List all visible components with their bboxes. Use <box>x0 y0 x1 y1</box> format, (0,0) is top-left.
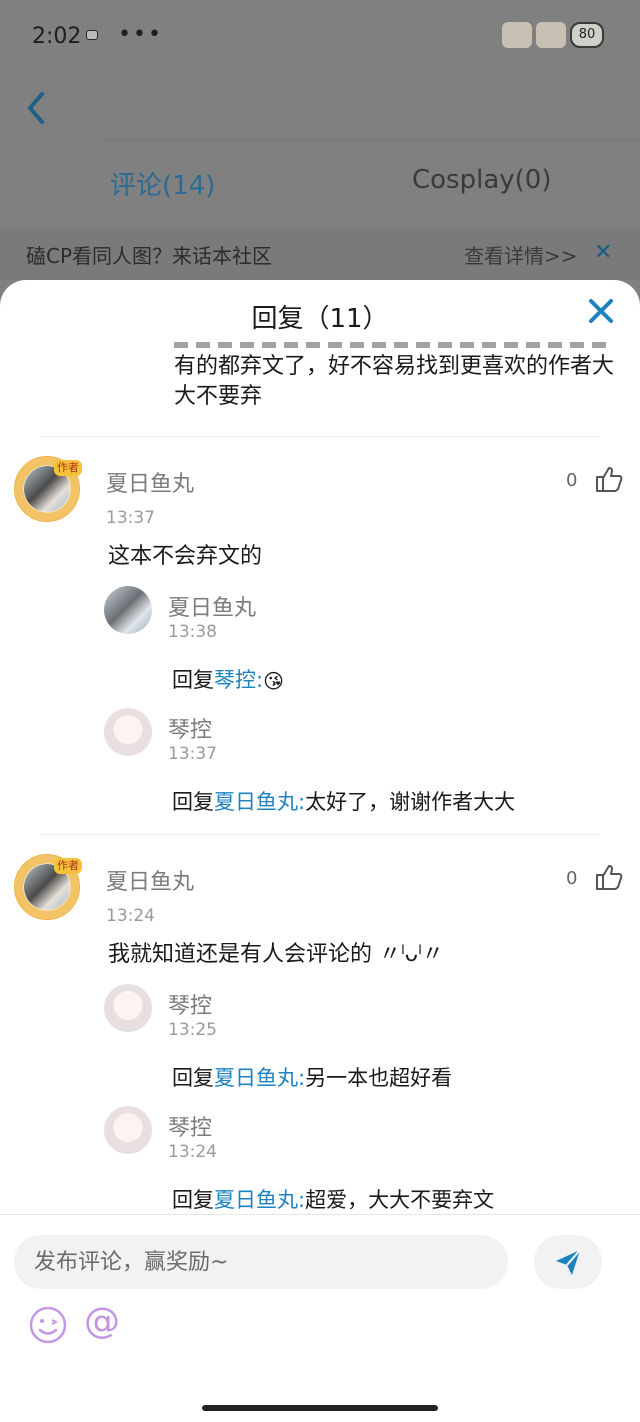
reply-target[interactable]: 琴控: <box>214 668 263 692</box>
reply-prefix: 回复 <box>172 668 214 692</box>
replies-list[interactable]: 有的都弃文了，好不容易找到更喜欢的作者大大不要弃 作者 夏日鱼丸 0 13:37… <box>0 342 640 1214</box>
reply-avatar[interactable] <box>104 984 152 1032</box>
reply-prefix: 回复 <box>172 790 214 814</box>
promo-text: 磕CP看同人图？来话本社区 <box>26 244 273 268</box>
comment-text[interactable]: 我就知道还是有人会评论的 〃ˡᴗˡ〃 <box>108 936 444 968</box>
thumbs-up-icon[interactable] <box>594 862 624 892</box>
emoji-icon[interactable] <box>28 1305 68 1345</box>
comment-author[interactable]: 夏日鱼丸 <box>106 864 194 896</box>
mention-icon[interactable]: @ <box>84 1301 120 1342</box>
replies-sheet: 回复（11） 有的都弃文了，好不容易找到更喜欢的作者大大不要弃 作者 夏日鱼丸 … <box>0 280 640 1422</box>
comment-text[interactable]: 这本不会弃文的 <box>108 538 262 570</box>
cut-off-text <box>174 342 614 348</box>
like-count: 0 <box>566 470 578 491</box>
like-count: 0 <box>566 868 578 889</box>
status-icons: 80 <box>502 22 604 48</box>
back-arrow-icon[interactable] <box>22 88 50 128</box>
reply-prefix: 回复 <box>172 1066 214 1090</box>
reply-avatar[interactable] <box>104 708 152 756</box>
author-badge: 作者 <box>54 858 82 874</box>
comment-composer: @ <box>0 1214 640 1422</box>
status-time: 2:02 <box>32 24 82 49</box>
reply-time: 13:37 <box>168 744 217 764</box>
reply-avatar[interactable] <box>104 586 152 634</box>
reply-body: 另一本也超好看 <box>305 1066 453 1090</box>
cat-icon <box>536 22 566 48</box>
kiss-emoji-icon: 😘 <box>263 669 284 693</box>
reply-text[interactable]: 回复夏日鱼丸:太好了，谢谢作者大大 <box>172 786 515 816</box>
reply-author[interactable]: 琴控 <box>168 1110 212 1142</box>
previous-reply-text: 有的都弃文了，好不容易找到更喜欢的作者大大不要弃 <box>174 354 615 409</box>
close-icon[interactable] <box>586 296 616 326</box>
reply-time: 13:25 <box>168 1020 217 1040</box>
sticker-icon <box>502 22 532 48</box>
status-more-dots: ••• <box>118 22 163 47</box>
comment-time: 13:37 <box>106 508 155 528</box>
notification-icon <box>86 30 98 40</box>
reply-time: 13:24 <box>168 1142 217 1162</box>
author-badge: 作者 <box>54 460 82 476</box>
sheet-title: 回复（11） <box>251 304 389 334</box>
reply-author[interactable]: 琴控 <box>168 712 212 744</box>
send-icon <box>556 1249 581 1275</box>
reply-time: 13:38 <box>168 622 217 642</box>
comment-time: 13:24 <box>106 906 155 926</box>
divider <box>40 834 600 835</box>
promo-close-icon[interactable]: ✕ <box>594 240 612 265</box>
battery-icon: 80 <box>570 22 604 48</box>
reply-author[interactable]: 琴控 <box>168 988 212 1020</box>
status-bar: 2:02 ••• 80 <box>0 0 640 72</box>
send-button[interactable] <box>534 1235 602 1289</box>
reply-avatar[interactable] <box>104 1106 152 1154</box>
tab-cosplay[interactable]: Cosplay(0) <box>412 165 551 195</box>
divider <box>40 436 600 437</box>
header-divider <box>100 140 640 141</box>
reply-target[interactable]: 夏日鱼丸: <box>214 1066 305 1090</box>
reply-prefix: 回复 <box>172 1188 214 1212</box>
reply-body: 超爱，大大不要弃文 <box>305 1188 495 1212</box>
thumbs-up-icon[interactable] <box>594 464 624 494</box>
reply-target[interactable]: 夏日鱼丸: <box>214 1188 305 1212</box>
comment-author[interactable]: 夏日鱼丸 <box>106 466 194 498</box>
promo-details-link[interactable]: 查看详情>> <box>464 240 578 269</box>
home-indicator <box>202 1405 438 1411</box>
reply-body: 太好了，谢谢作者大大 <box>305 790 516 814</box>
comment-input[interactable] <box>14 1235 508 1289</box>
tab-comments[interactable]: 评论(14) <box>110 165 215 202</box>
reply-text[interactable]: 回复夏日鱼丸:另一本也超好看 <box>172 1062 452 1092</box>
reply-target[interactable]: 夏日鱼丸: <box>214 790 305 814</box>
reply-author[interactable]: 夏日鱼丸 <box>168 590 256 622</box>
reply-text[interactable]: 回复琴控:😘 <box>172 664 284 694</box>
reply-text[interactable]: 回复夏日鱼丸:超爱，大大不要弃文 <box>172 1184 494 1214</box>
